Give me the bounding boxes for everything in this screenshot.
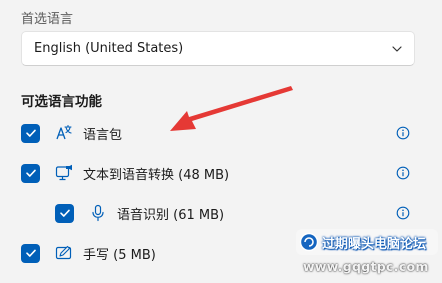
checkmark-icon [25, 249, 36, 257]
feature-row-language-pack: 语言包 [21, 118, 122, 148]
site-logo-icon [299, 232, 319, 252]
chevron-down-icon [392, 46, 402, 52]
language-pack-checkbox[interactable] [21, 123, 40, 143]
watermark-badge: 过期曝头电脑论坛 [296, 229, 438, 255]
feature-row-speech-recognition: 语音识别 (61 MB) [55, 198, 224, 228]
feature-row-text-to-speech: 文本到语音转换 (48 MB) [21, 158, 229, 188]
optional-features-heading: 可选语言功能 [21, 94, 102, 110]
feature-row-handwriting: 手写 (5 MB) [21, 238, 156, 268]
handwriting-label: 手写 (5 MB) [83, 247, 156, 263]
info-icon[interactable] [396, 126, 410, 140]
language-dropdown-value: English (United States) [34, 41, 184, 56]
info-icon[interactable] [396, 206, 410, 220]
checkmark-icon [59, 209, 70, 217]
watermark-url: www.gqgtpc.com [303, 259, 429, 274]
handwriting-checkbox[interactable] [21, 243, 40, 263]
handwriting-icon [54, 243, 74, 263]
watermark-site-name: 过期曝头电脑论坛 [322, 236, 427, 252]
speech-recognition-label: 语音识别 (61 MB) [117, 207, 225, 223]
preferred-language-label: 首选语言 [21, 12, 74, 27]
text-to-speech-label: 文本到语音转换 (48 MB) [83, 167, 230, 183]
text-to-speech-checkbox[interactable] [21, 163, 40, 183]
checkmark-icon [25, 169, 36, 177]
speech-recognition-checkbox[interactable] [55, 203, 74, 223]
info-icon[interactable] [396, 166, 410, 180]
text-to-speech-icon [54, 163, 74, 183]
language-dropdown[interactable]: English (United States) [21, 31, 415, 66]
checkmark-icon [25, 129, 36, 137]
microphone-icon [88, 203, 108, 223]
language-pack-label: 语言包 [83, 127, 123, 143]
language-pack-icon [54, 123, 74, 143]
